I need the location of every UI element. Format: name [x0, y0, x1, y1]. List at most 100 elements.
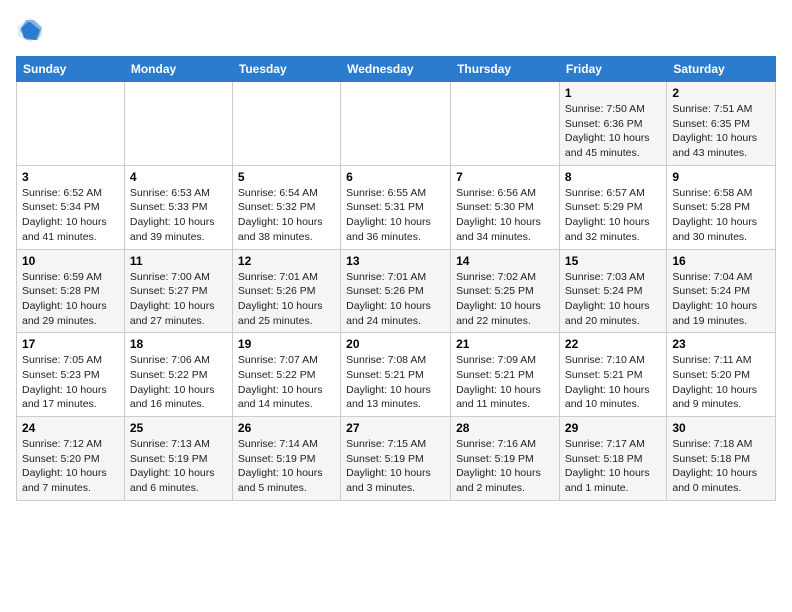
day-info: Sunrise: 7:09 AM Sunset: 5:21 PM Dayligh…: [456, 353, 554, 412]
calendar-cell: 30Sunrise: 7:18 AM Sunset: 5:18 PM Dayli…: [667, 417, 776, 501]
calendar-week-row: 24 Sunrise: 7:12 AM Sunset: 5:20 PM Dayli…: [17, 417, 776, 501]
day-number: 25: [130, 421, 227, 435]
day-number: 1: [565, 86, 661, 100]
calendar-cell: 4 Sunrise: 6:53 AM Sunset: 5:33 PM Daylig…: [124, 165, 232, 249]
calendar-cell: [451, 82, 560, 166]
calendar-cell: 15 Sunrise: 7:03 AM Sunset: 5:24 PM Dayli…: [559, 249, 666, 333]
day-info: Sunrise: 7:00 AM Sunset: 5:27 PM Dayligh…: [130, 270, 227, 329]
day-number: 15: [565, 254, 661, 268]
calendar-cell: 11 Sunrise: 7:00 AM Sunset: 5:27 PM Dayli…: [124, 249, 232, 333]
day-info: Sunrise: 7:10 AM Sunset: 5:21 PM Dayligh…: [565, 353, 661, 412]
calendar-week-row: 17 Sunrise: 7:05 AM Sunset: 5:23 PM Dayli…: [17, 333, 776, 417]
day-info: Sunrise: 7:16 AM Sunset: 5:19 PM Dayligh…: [456, 437, 554, 496]
weekday-header-saturday: Saturday: [667, 57, 776, 82]
calendar-cell: 16 Sunrise: 7:04 AM Sunset: 5:24 PM Dayli…: [667, 249, 776, 333]
day-number: 2: [672, 86, 770, 100]
day-number: 24: [22, 421, 119, 435]
day-info: Sunrise: 6:59 AM Sunset: 5:28 PM Dayligh…: [22, 270, 119, 329]
calendar-cell: 22 Sunrise: 7:10 AM Sunset: 5:21 PM Dayli…: [559, 333, 666, 417]
day-number: 28: [456, 421, 554, 435]
calendar-cell: [341, 82, 451, 166]
day-number: 6: [346, 170, 445, 184]
day-info: Sunrise: 6:58 AM Sunset: 5:28 PM Dayligh…: [672, 186, 770, 245]
day-info: Sunrise: 7:51 AM Sunset: 6:35 PM Dayligh…: [672, 102, 770, 161]
day-number: 13: [346, 254, 445, 268]
day-number: 10: [22, 254, 119, 268]
day-number: 29: [565, 421, 661, 435]
day-number: 16: [672, 254, 770, 268]
day-info: Sunrise: 6:55 AM Sunset: 5:31 PM Dayligh…: [346, 186, 445, 245]
day-number: 8: [565, 170, 661, 184]
day-number: 23: [672, 337, 770, 351]
day-info: Sunrise: 7:50 AM Sunset: 6:36 PM Dayligh…: [565, 102, 661, 161]
calendar-cell: 2 Sunrise: 7:51 AM Sunset: 6:35 PM Daylig…: [667, 82, 776, 166]
logo: [16, 16, 48, 44]
day-info: Sunrise: 7:17 AM Sunset: 5:18 PM Dayligh…: [565, 437, 661, 496]
day-info: Sunrise: 7:14 AM Sunset: 5:19 PM Dayligh…: [238, 437, 335, 496]
weekday-header-monday: Monday: [124, 57, 232, 82]
calendar-cell: 10 Sunrise: 6:59 AM Sunset: 5:28 PM Dayli…: [17, 249, 125, 333]
day-number: 9: [672, 170, 770, 184]
day-info: Sunrise: 7:13 AM Sunset: 5:19 PM Dayligh…: [130, 437, 227, 496]
calendar-cell: 12 Sunrise: 7:01 AM Sunset: 5:26 PM Dayli…: [232, 249, 340, 333]
day-number: 17: [22, 337, 119, 351]
day-info: Sunrise: 6:54 AM Sunset: 5:32 PM Dayligh…: [238, 186, 335, 245]
calendar-cell: 23 Sunrise: 7:11 AM Sunset: 5:20 PM Dayli…: [667, 333, 776, 417]
day-number: 18: [130, 337, 227, 351]
calendar-cell: 17 Sunrise: 7:05 AM Sunset: 5:23 PM Dayli…: [17, 333, 125, 417]
day-info: Sunrise: 7:12 AM Sunset: 5:20 PM Dayligh…: [22, 437, 119, 496]
day-info: Sunrise: 7:04 AM Sunset: 5:24 PM Dayligh…: [672, 270, 770, 329]
calendar-week-row: 3Sunrise: 6:52 AM Sunset: 5:34 PM Daylig…: [17, 165, 776, 249]
day-number: 5: [238, 170, 335, 184]
day-number: 21: [456, 337, 554, 351]
day-info: Sunrise: 7:15 AM Sunset: 5:19 PM Dayligh…: [346, 437, 445, 496]
calendar-cell: 26 Sunrise: 7:14 AM Sunset: 5:19 PM Dayli…: [232, 417, 340, 501]
day-info: Sunrise: 7:01 AM Sunset: 5:26 PM Dayligh…: [238, 270, 335, 329]
day-info: Sunrise: 6:56 AM Sunset: 5:30 PM Dayligh…: [456, 186, 554, 245]
page-header: [16, 16, 776, 44]
logo-icon: [16, 16, 44, 44]
calendar-cell: 25 Sunrise: 7:13 AM Sunset: 5:19 PM Dayli…: [124, 417, 232, 501]
calendar-cell: [17, 82, 125, 166]
day-info: Sunrise: 7:11 AM Sunset: 5:20 PM Dayligh…: [672, 353, 770, 412]
day-number: 3: [22, 170, 119, 184]
calendar-cell: 24 Sunrise: 7:12 AM Sunset: 5:20 PM Dayli…: [17, 417, 125, 501]
day-number: 27: [346, 421, 445, 435]
calendar-table: SundayMondayTuesdayWednesdayThursdayFrid…: [16, 56, 776, 501]
calendar-cell: 27 Sunrise: 7:15 AM Sunset: 5:19 PM Dayli…: [341, 417, 451, 501]
day-info: Sunrise: 7:01 AM Sunset: 5:26 PM Dayligh…: [346, 270, 445, 329]
day-number: 26: [238, 421, 335, 435]
calendar-cell: 8 Sunrise: 6:57 AM Sunset: 5:29 PM Daylig…: [559, 165, 666, 249]
weekday-header-tuesday: Tuesday: [232, 57, 340, 82]
day-info: Sunrise: 7:03 AM Sunset: 5:24 PM Dayligh…: [565, 270, 661, 329]
day-number: 19: [238, 337, 335, 351]
day-info: Sunrise: 6:57 AM Sunset: 5:29 PM Dayligh…: [565, 186, 661, 245]
calendar-cell: 14Sunrise: 7:02 AM Sunset: 5:25 PM Dayli…: [451, 249, 560, 333]
day-info: Sunrise: 6:53 AM Sunset: 5:33 PM Dayligh…: [130, 186, 227, 245]
calendar-cell: 5 Sunrise: 6:54 AM Sunset: 5:32 PM Daylig…: [232, 165, 340, 249]
calendar-week-row: 10 Sunrise: 6:59 AM Sunset: 5:28 PM Dayli…: [17, 249, 776, 333]
calendar-week-row: 1 Sunrise: 7:50 AM Sunset: 6:36 PM Daylig…: [17, 82, 776, 166]
calendar-cell: 1 Sunrise: 7:50 AM Sunset: 6:36 PM Daylig…: [559, 82, 666, 166]
calendar-cell: 20 Sunrise: 7:08 AM Sunset: 5:21 PM Dayli…: [341, 333, 451, 417]
calendar-cell: 29 Sunrise: 7:17 AM Sunset: 5:18 PM Dayli…: [559, 417, 666, 501]
day-info: Sunrise: 7:08 AM Sunset: 5:21 PM Dayligh…: [346, 353, 445, 412]
weekday-header-row: SundayMondayTuesdayWednesdayThursdayFrid…: [17, 57, 776, 82]
calendar-cell: [232, 82, 340, 166]
weekday-header-sunday: Sunday: [17, 57, 125, 82]
day-number: 20: [346, 337, 445, 351]
day-number: 7: [456, 170, 554, 184]
day-number: 4: [130, 170, 227, 184]
day-number: 22: [565, 337, 661, 351]
calendar-cell: 13 Sunrise: 7:01 AM Sunset: 5:26 PM Dayli…: [341, 249, 451, 333]
day-info: Sunrise: 7:05 AM Sunset: 5:23 PM Dayligh…: [22, 353, 119, 412]
calendar-cell: 6 Sunrise: 6:55 AM Sunset: 5:31 PM Daylig…: [341, 165, 451, 249]
day-number: 14: [456, 254, 554, 268]
day-number: 12: [238, 254, 335, 268]
calendar-cell: 18Sunrise: 7:06 AM Sunset: 5:22 PM Dayli…: [124, 333, 232, 417]
day-number: 11: [130, 254, 227, 268]
calendar-cell: 9 Sunrise: 6:58 AM Sunset: 5:28 PM Daylig…: [667, 165, 776, 249]
calendar-cell: 7 Sunrise: 6:56 AM Sunset: 5:30 PM Daylig…: [451, 165, 560, 249]
calendar-cell: 21 Sunrise: 7:09 AM Sunset: 5:21 PM Dayli…: [451, 333, 560, 417]
calendar-cell: [124, 82, 232, 166]
